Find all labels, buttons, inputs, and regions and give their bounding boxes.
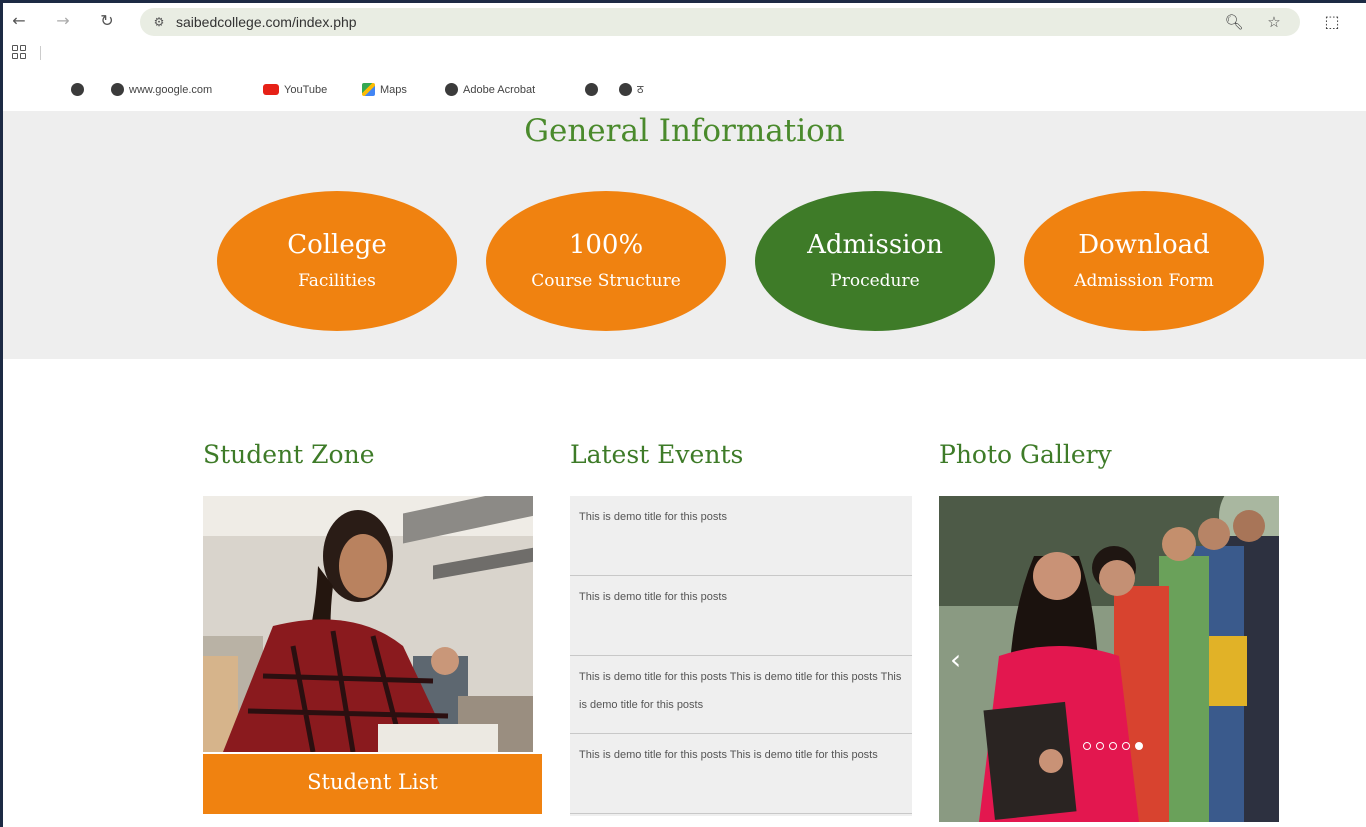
gallery-dot[interactable] (1109, 742, 1117, 750)
photo-gallery-slider[interactable] (939, 496, 1279, 822)
event-item[interactable]: This is demo title for this posts (570, 576, 912, 656)
button-line1: 100% (568, 230, 644, 260)
gallery-dot[interactable] (1096, 742, 1104, 750)
admission-procedure-button[interactable]: Admission Procedure (755, 191, 995, 331)
course-structure-button[interactable]: 100% Course Structure (486, 191, 726, 331)
download-admission-form-button[interactable]: Download Admission Form (1024, 191, 1264, 331)
bookmark-label: Adobe Acrobat (463, 84, 536, 96)
button-line2: Procedure (830, 271, 920, 291)
bookmark-adobe-acrobat[interactable]: Adobe Acrobat (445, 82, 535, 98)
maps-icon (362, 82, 375, 96)
bookmark-star-icon[interactable]: ☆ (1263, 12, 1285, 32)
button-line2: Course Structure (531, 271, 681, 291)
bookmark-separator (40, 46, 41, 60)
globe-icon (71, 82, 84, 96)
latest-events-heading: Latest Events (570, 440, 744, 469)
section-heading: General Information (524, 113, 845, 149)
gallery-dot-active[interactable] (1135, 742, 1143, 750)
student-list-button[interactable]: Student List (203, 754, 542, 814)
gallery-photo (939, 496, 1279, 822)
forward-icon[interactable]: → (51, 10, 75, 32)
globe-icon (111, 82, 124, 96)
bookmark-label: YouTube (284, 84, 328, 96)
event-item[interactable]: This is demo title for this posts This i… (570, 734, 912, 814)
bookmark-label: www.google.com (129, 84, 213, 96)
nav-row: ← → ↻ ⚙ saibedcollege.com/index.php 🔍︎ ☆… (3, 3, 1366, 39)
college-facilities-button[interactable]: College Facilities (217, 191, 457, 331)
globe-icon (619, 82, 632, 96)
address-bar[interactable]: ⚙ saibedcollege.com/index.php 🔍︎ ☆ (140, 8, 1300, 36)
student-zone-heading: Student Zone (203, 440, 375, 469)
bookmark-globe-2[interactable] (585, 82, 603, 98)
gallery-dot[interactable] (1122, 742, 1130, 750)
back-icon[interactable]: ← (7, 10, 31, 32)
extensions-icon[interactable]: ⬚ (1321, 11, 1343, 33)
photo-gallery-heading: Photo Gallery (939, 440, 1112, 469)
button-line1: Download (1078, 230, 1210, 260)
student-photo (203, 496, 533, 752)
youtube-icon (263, 83, 279, 95)
event-item[interactable]: This is demo title for this posts This i… (570, 656, 912, 734)
bookmark-label: Maps (380, 84, 407, 96)
globe-icon (585, 82, 598, 96)
bookmark-globe-1[interactable] (71, 82, 89, 98)
button-line2: Admission Form (1074, 271, 1214, 291)
bookmark-maps[interactable]: Maps (362, 82, 407, 98)
apps-grid-icon[interactable] (12, 45, 26, 59)
reload-icon[interactable]: ↻ (95, 10, 119, 32)
bookmark-hindi[interactable]: ठ (619, 82, 643, 98)
browser-toolbar: ← → ↻ ⚙ saibedcollege.com/index.php 🔍︎ ☆… (3, 3, 1366, 73)
url-text: saibedcollege.com/index.php (176, 14, 357, 30)
site-settings-icon[interactable]: ⚙ (150, 13, 168, 31)
bookmark-youtube[interactable]: YouTube (263, 82, 327, 98)
student-zone-image (203, 496, 533, 752)
button-line2: Facilities (298, 271, 376, 291)
gallery-prev-arrow[interactable]: ‹ (950, 643, 961, 676)
latest-events-list: This is demo title for this posts This i… (570, 496, 912, 816)
button-line1: College (287, 230, 387, 260)
globe-icon (445, 82, 458, 96)
button-line1: Admission (807, 230, 943, 260)
general-information-section: General Information College Facilities 1… (3, 111, 1366, 359)
bookmark-label: ठ (637, 84, 644, 96)
event-item[interactable]: This is demo title for this posts (570, 496, 912, 576)
gallery-pagination (1083, 742, 1143, 752)
bookmark-google[interactable]: www.google.com (111, 82, 212, 98)
zoom-icon[interactable]: 🔍︎ (1223, 12, 1245, 32)
gallery-dot[interactable] (1083, 742, 1091, 750)
